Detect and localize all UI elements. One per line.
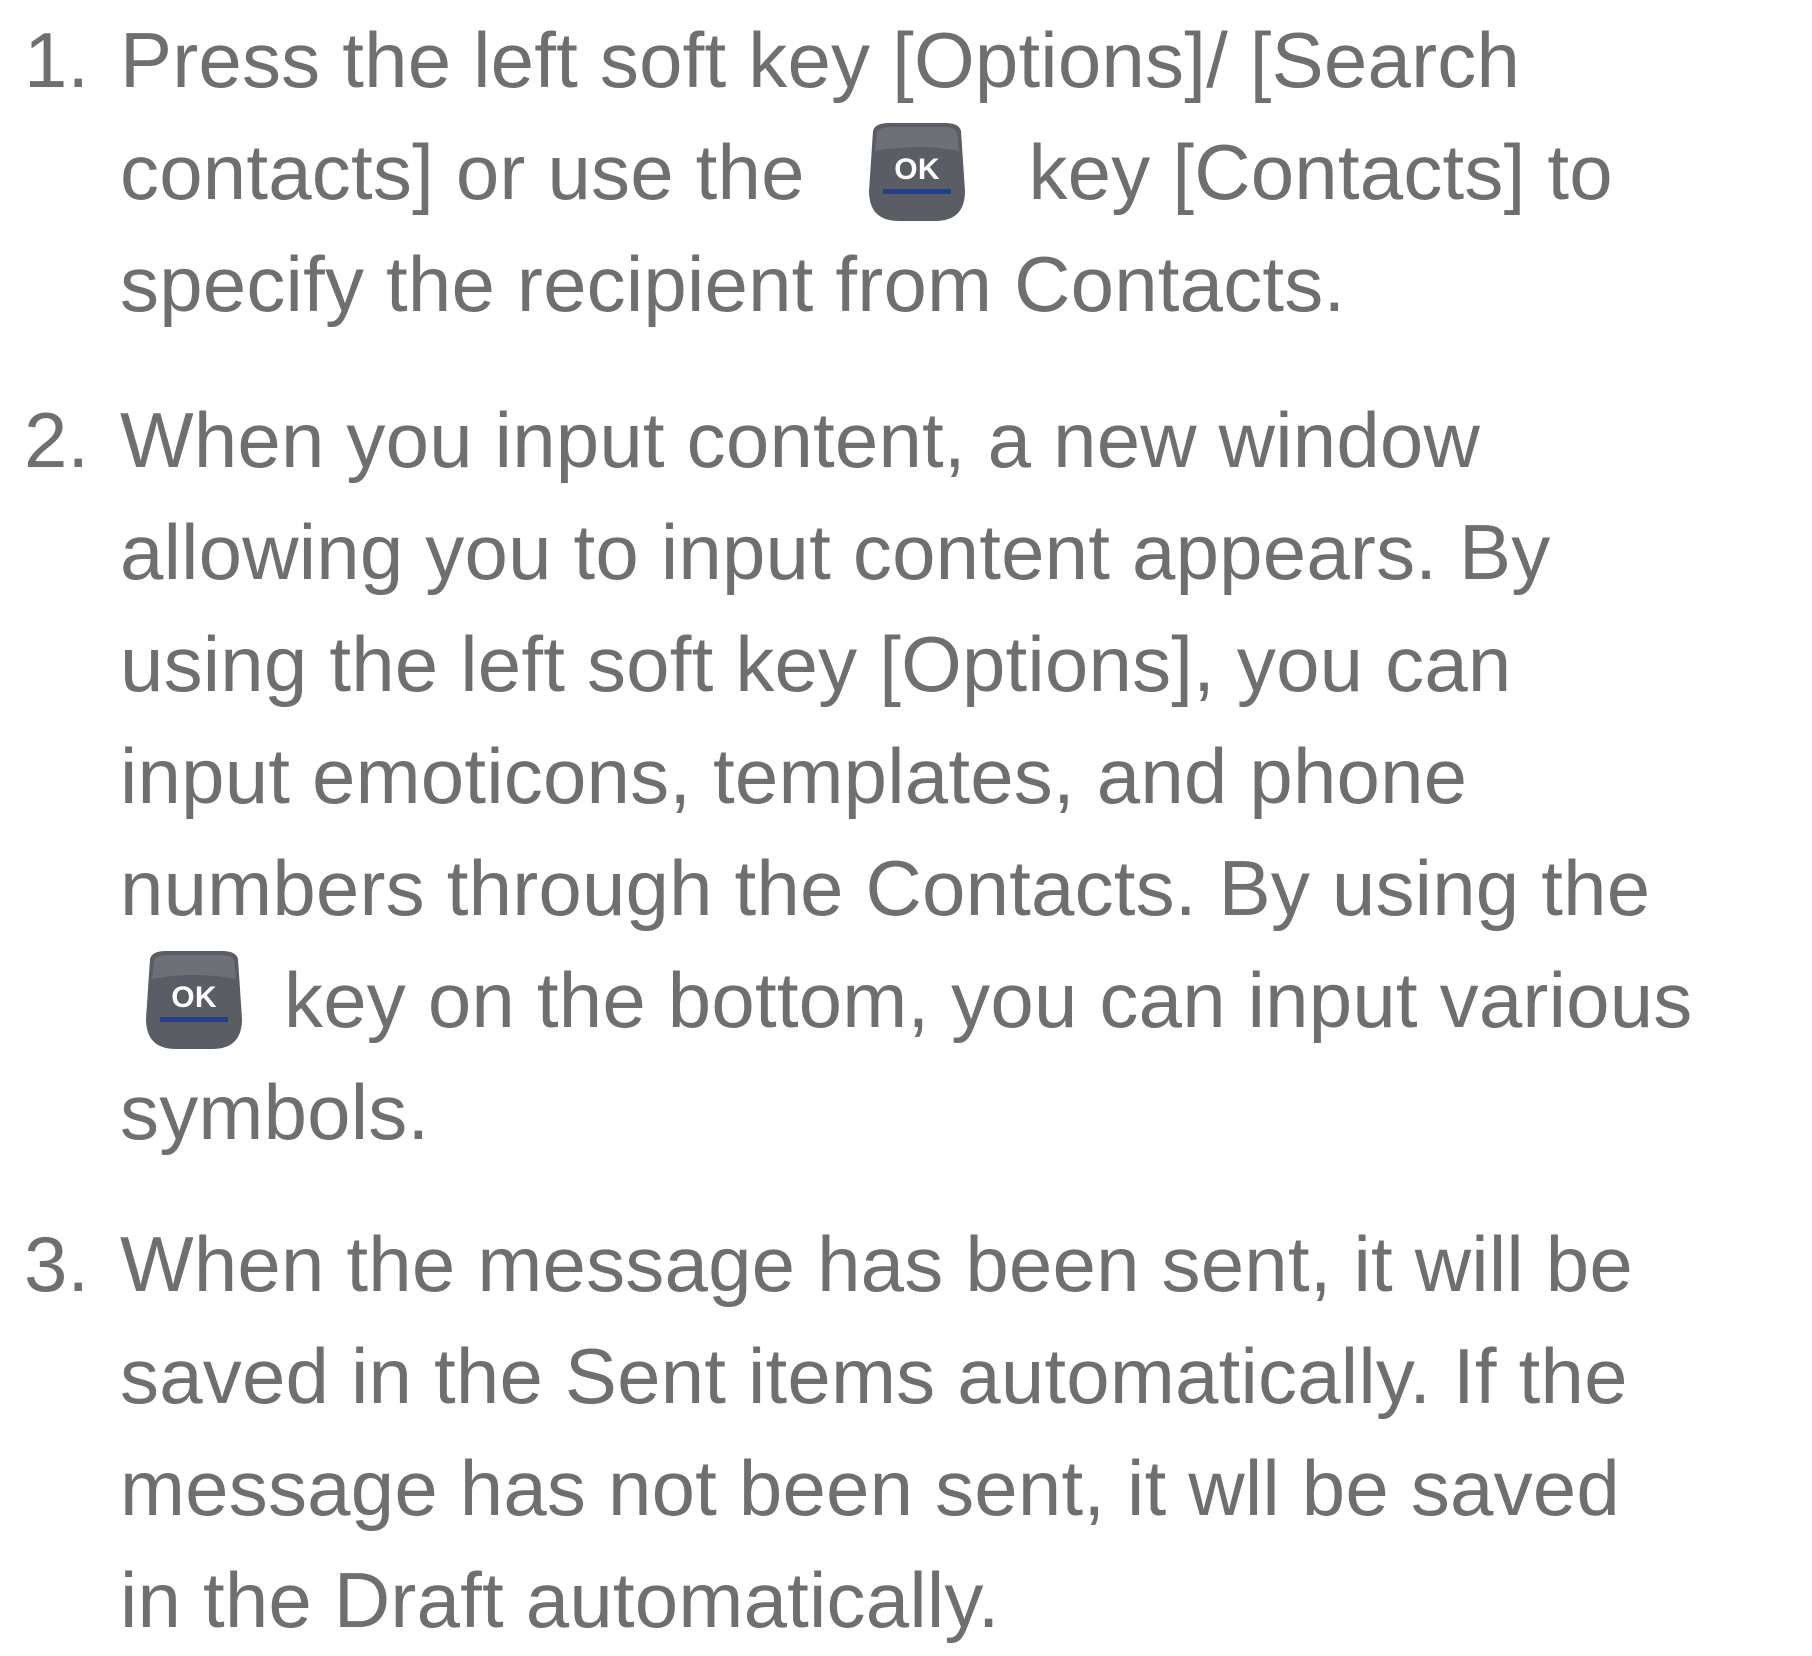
step-line-text: contacts] or use the bbox=[120, 128, 805, 216]
step-line: saved in the Sent items automatically. I… bbox=[120, 1332, 1628, 1420]
step-line: Press the left soft key [Options]/ [Sear… bbox=[120, 16, 1521, 104]
step-line: input emoticons, templates, and phone bbox=[120, 732, 1468, 820]
step-line: When you input content, a new window bbox=[120, 396, 1481, 484]
svg-text:OK: OK bbox=[171, 981, 217, 1014]
step-line: specify the recipient from Contacts. bbox=[120, 240, 1346, 328]
step-text: Press the left soft key [Options]/ [Sear… bbox=[120, 4, 1810, 340]
step-line: symbols. bbox=[120, 1068, 430, 1156]
step-line-with-icon: OK key on the bottom, you can input vari… bbox=[120, 944, 1810, 1056]
step-text: When the message has been sent, it will … bbox=[120, 1208, 1810, 1656]
instructions-page: 1. Press the left soft key [Options]/ [S… bbox=[0, 0, 1812, 1644]
svg-text:OK: OK bbox=[894, 153, 940, 186]
step-number: 2. bbox=[24, 396, 90, 484]
step-line: numbers through the Contacts. By using t… bbox=[120, 844, 1651, 932]
step-line: When the message has been sent, it will … bbox=[120, 1220, 1633, 1308]
step-line-text: key [Contacts] to bbox=[1028, 128, 1613, 216]
step-line: using the left soft key [Options], you c… bbox=[120, 620, 1512, 708]
step-line: allowing you to input content appears. B… bbox=[120, 508, 1551, 596]
ok-key-icon: OK bbox=[138, 949, 250, 1053]
step-text: When you input content, a new window all… bbox=[120, 384, 1810, 1168]
step-line-text: key on the bottom, you can input various bbox=[284, 956, 1693, 1044]
step-line: in the Draft automatically. bbox=[120, 1556, 1000, 1644]
step-line-with-icon: contacts] or use the OK key [Contacts] t… bbox=[120, 116, 1810, 228]
ok-key-icon: OK bbox=[861, 121, 973, 225]
step-number: 1. bbox=[24, 16, 90, 104]
step-number: 3. bbox=[24, 1220, 90, 1308]
step-line: message has not been sent, it wll be sav… bbox=[120, 1444, 1620, 1532]
